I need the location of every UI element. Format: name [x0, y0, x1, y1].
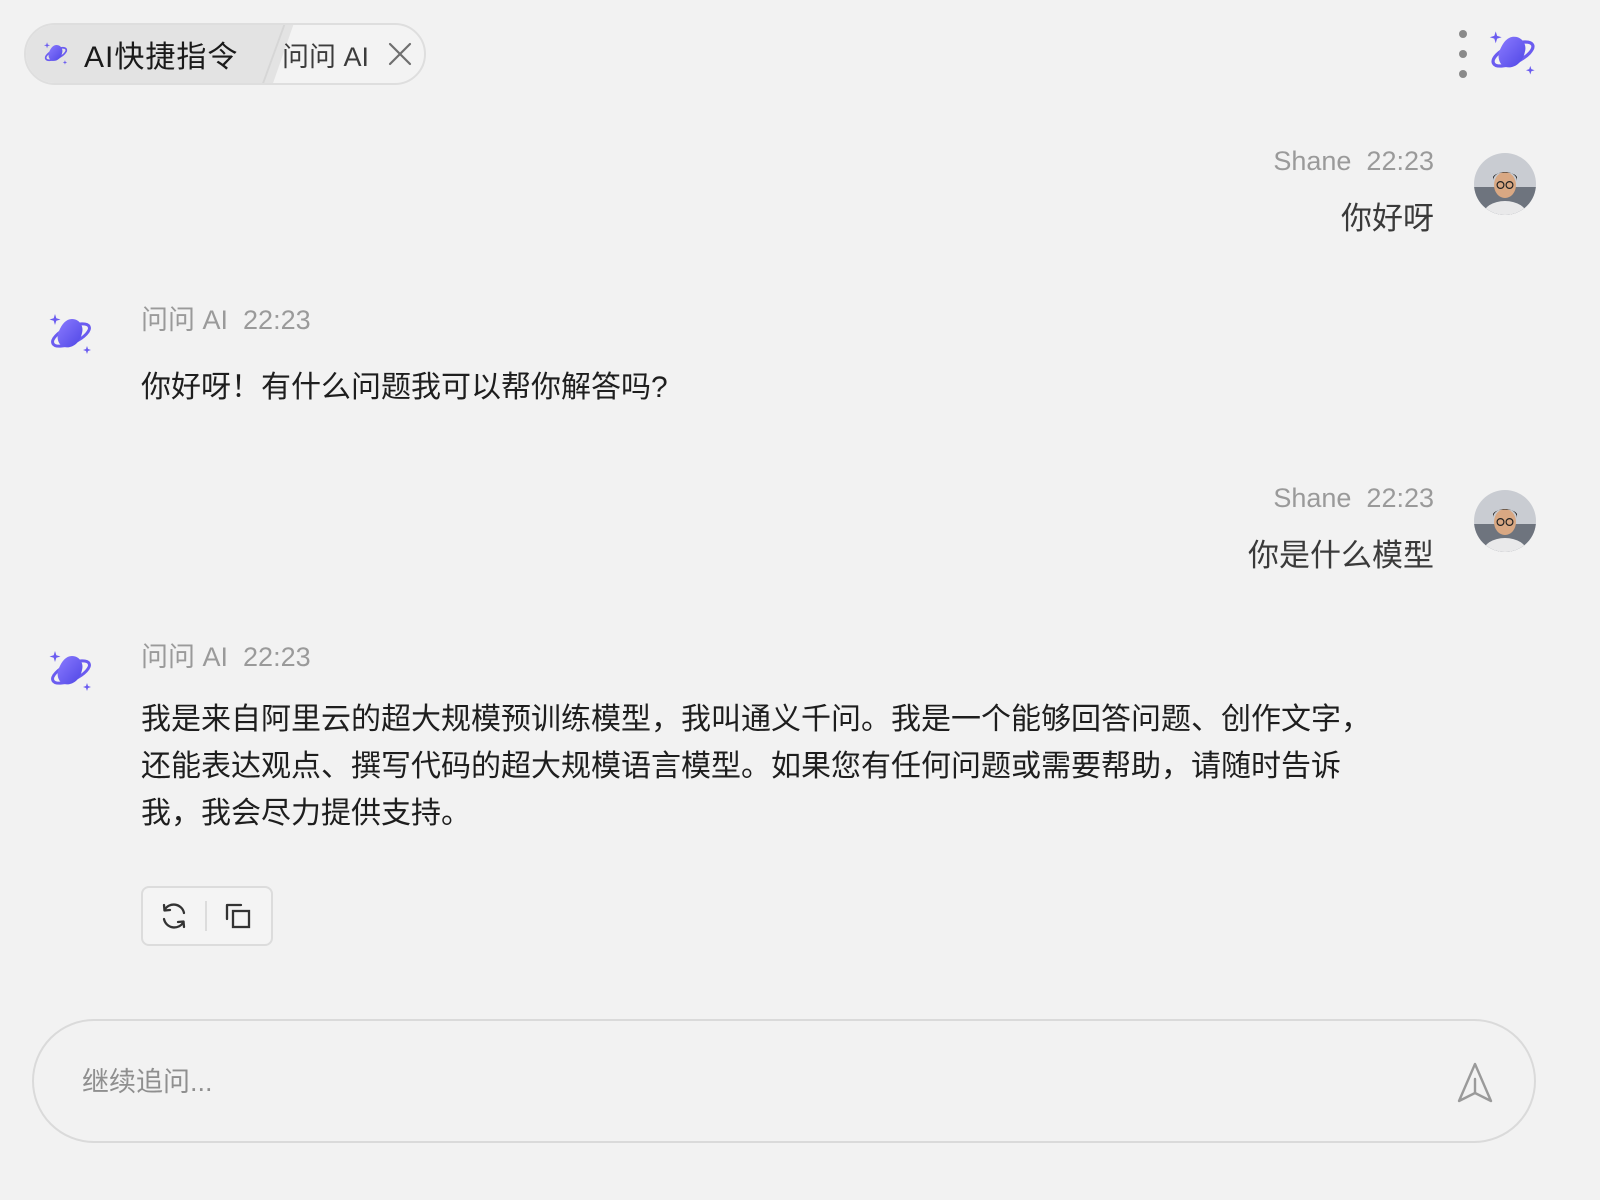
tab-ask-ai[interactable]: 问问 AI	[282, 25, 424, 83]
tab-bar: AI快捷指令 问问 AI	[24, 23, 426, 85]
tab-ai-shortcuts-label: AI快捷指令	[84, 41, 239, 74]
message-meta: 问问 AI 22:23	[141, 635, 1371, 674]
copy-button[interactable]	[207, 888, 269, 944]
regenerate-button[interactable]	[143, 888, 205, 944]
message-time: 22:23	[1366, 483, 1434, 513]
sender-name: 问问 AI	[141, 305, 229, 335]
sparkle-planet-icon	[42, 40, 70, 68]
sender-name: Shane	[1273, 483, 1352, 513]
refresh-icon	[162, 903, 186, 929]
sparkle-planet-icon	[1486, 28, 1540, 80]
message-meta: 问问 AI 22:23	[141, 298, 668, 337]
copy-icon	[225, 903, 251, 929]
more-vertical-icon[interactable]	[1453, 30, 1473, 78]
message-text: 你是什么模型	[1248, 538, 1434, 573]
tab-ai-shortcuts[interactable]: AI快捷指令	[26, 25, 294, 83]
send-icon[interactable]	[1454, 1061, 1496, 1105]
sender-name: Shane	[1273, 146, 1352, 176]
sender-name: 问问 AI	[141, 642, 229, 672]
composer	[32, 1019, 1536, 1143]
message-time: 22:23	[1366, 146, 1434, 176]
avatar[interactable]	[1474, 153, 1536, 215]
message-time: 22:23	[243, 305, 311, 335]
message-time: 22:23	[243, 642, 311, 672]
ai-message: 问问 AI 22:23 我是来自阿里云的超大规模预训练模型，我叫通义千问。我是一…	[141, 635, 1371, 837]
close-icon[interactable]	[387, 41, 413, 67]
message-actions	[141, 886, 273, 946]
avatar[interactable]	[1474, 490, 1536, 552]
sparkle-planet-icon	[46, 311, 96, 359]
message-meta: Shane 22:23	[1248, 483, 1434, 514]
sparkle-planet-icon	[46, 648, 96, 696]
tab-ask-ai-label: 问问 AI	[282, 41, 370, 72]
message-text: 你好呀！有什么问题我可以帮你解答吗?	[141, 371, 668, 404]
message-text: 我是来自阿里云的超大规模预训练模型，我叫通义千问。我是一个能够回答问题、创作文字…	[141, 696, 1371, 837]
user-message: Shane 22:23 你好呀	[1273, 146, 1434, 238]
message-text: 你好呀	[1341, 201, 1434, 236]
message-line: 我，我会尽力提供支持。	[141, 797, 471, 830]
ai-message: 问问 AI 22:23 你好呀！有什么问题我可以帮你解答吗?	[141, 298, 668, 411]
user-message: Shane 22:23 你是什么模型	[1248, 483, 1434, 575]
message-meta: Shane 22:23	[1273, 146, 1434, 177]
message-line: 还能表达观点、撰写代码的超大规模语言模型。如果您有任何问题或需要帮助，请随时告诉	[141, 750, 1341, 783]
follow-up-input[interactable]	[80, 1051, 1424, 1113]
message-line: 我是来自阿里云的超大规模预训练模型，我叫通义千问。我是一个能够回答问题、创作文字…	[141, 703, 1371, 736]
